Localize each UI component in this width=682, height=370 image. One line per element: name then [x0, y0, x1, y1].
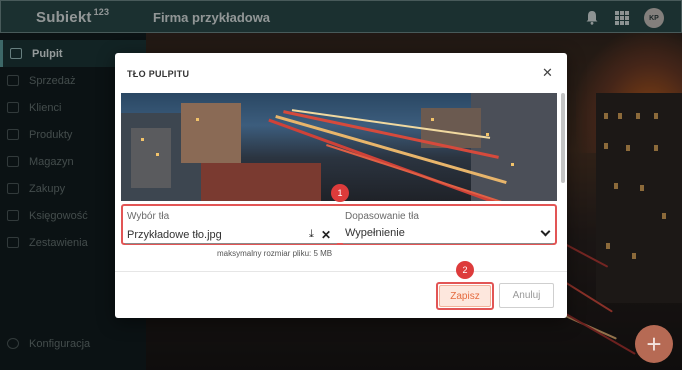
close-icon[interactable]: ✕	[542, 65, 553, 81]
download-icon[interactable]: ⤓	[309, 228, 314, 241]
step-badge-1: 1	[331, 184, 349, 202]
field-underline	[125, 243, 337, 244]
cancel-button[interactable]: Anuluj	[499, 283, 554, 308]
step-badge-2: 2	[456, 261, 474, 279]
background-field-label: Wybór tła	[127, 211, 170, 222]
file-size-hint: maksymalny rozmiar pliku: 5 MB	[217, 249, 333, 258]
background-dialog: TŁO PULPITU ✕ Wybór tła Przykładowe tło.…	[115, 53, 567, 318]
fit-field-label: Dopasowanie tła	[345, 211, 419, 222]
dialog-title: TŁO PULPITU	[127, 69, 190, 79]
fit-select[interactable]: Wypełnienie	[345, 227, 405, 239]
add-fab-button[interactable]: +	[635, 325, 673, 363]
dialog-scrollbar[interactable]	[561, 93, 565, 183]
field-underline	[343, 243, 553, 244]
background-file-input[interactable]: Przykładowe tło.jpg	[127, 229, 222, 241]
save-button[interactable]: Zapisz	[439, 285, 491, 307]
dialog-divider	[115, 271, 567, 272]
clear-icon[interactable]: ✕	[321, 228, 331, 242]
